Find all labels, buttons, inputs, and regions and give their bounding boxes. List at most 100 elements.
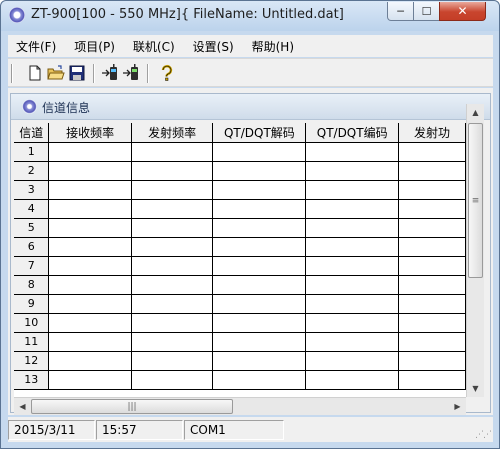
vertical-scrollbar[interactable]: ▲ ≡ ▼ xyxy=(466,104,484,397)
grid-cell[interactable] xyxy=(305,370,400,390)
grid-cell[interactable] xyxy=(131,275,214,295)
horizontal-scroll-thumb[interactable]: ||| xyxy=(31,399,233,414)
table-row[interactable]: 8 xyxy=(14,275,466,295)
grid-cell[interactable] xyxy=(305,142,400,162)
grid-cell[interactable] xyxy=(48,161,132,181)
table-row[interactable]: 1 xyxy=(14,142,466,162)
grid-cell[interactable] xyxy=(131,351,214,371)
grid-cell[interactable] xyxy=(212,351,307,371)
table-row[interactable]: 9 xyxy=(14,294,466,314)
grid-cell[interactable] xyxy=(305,180,400,200)
channel-grid[interactable]: 信道 接收频率 发射频率 QT/DQT解码 QT/DQT编码 发射功 12345… xyxy=(14,123,466,397)
grid-cell[interactable] xyxy=(398,199,466,219)
grid-cell[interactable] xyxy=(131,142,214,162)
table-row[interactable]: 11 xyxy=(14,332,466,352)
grid-cell[interactable] xyxy=(398,180,466,200)
grid-cell[interactable] xyxy=(305,313,400,333)
grid-cell[interactable] xyxy=(48,275,132,295)
grid-cell[interactable] xyxy=(48,370,132,390)
grid-cell[interactable] xyxy=(212,199,307,219)
row-number[interactable]: 7 xyxy=(14,256,50,276)
write-to-radio-icon[interactable] xyxy=(122,64,140,82)
row-number[interactable]: 3 xyxy=(14,180,50,200)
maximize-button[interactable]: ☐ xyxy=(413,2,440,21)
grid-cell[interactable] xyxy=(131,161,214,181)
grid-cell[interactable] xyxy=(131,180,214,200)
scroll-right-button[interactable]: ▶ xyxy=(449,398,466,415)
grid-cell[interactable] xyxy=(305,351,400,371)
grid-cell[interactable] xyxy=(212,161,307,181)
save-disk-icon[interactable] xyxy=(68,64,86,82)
scroll-up-button[interactable]: ▲ xyxy=(467,104,484,121)
grid-cell[interactable] xyxy=(48,351,132,371)
grid-cell[interactable] xyxy=(398,313,466,333)
menu-file[interactable]: 文件(F) xyxy=(8,38,65,55)
grid-cell[interactable] xyxy=(48,199,132,219)
grid-cell[interactable] xyxy=(212,218,307,238)
grid-cell[interactable] xyxy=(305,199,400,219)
grid-cell[interactable] xyxy=(131,218,214,238)
minimize-button[interactable]: ─ xyxy=(387,2,414,21)
app-logo-icon[interactable] xyxy=(9,7,25,23)
table-row[interactable]: 12 xyxy=(14,351,466,371)
grid-cell[interactable] xyxy=(305,218,400,238)
grid-cell[interactable] xyxy=(212,370,307,390)
row-number[interactable]: 4 xyxy=(14,199,50,219)
table-row[interactable]: 2 xyxy=(14,161,466,181)
help-question-icon[interactable] xyxy=(158,64,176,82)
grid-cell[interactable] xyxy=(212,142,307,162)
grid-cell[interactable] xyxy=(212,332,307,352)
grid-cell[interactable] xyxy=(305,256,400,276)
grid-cell[interactable] xyxy=(48,294,132,314)
column-header-qt-dqt-decode[interactable]: QT/DQT解码 xyxy=(212,123,307,143)
grid-cell[interactable] xyxy=(212,256,307,276)
grid-cell[interactable] xyxy=(212,237,307,257)
grid-cell[interactable] xyxy=(48,256,132,276)
menu-connect[interactable]: 联机(C) xyxy=(124,38,184,55)
grid-cell[interactable] xyxy=(398,332,466,352)
table-row[interactable]: 6 xyxy=(14,237,466,257)
grid-cell[interactable] xyxy=(212,313,307,333)
row-number[interactable]: 6 xyxy=(14,237,50,257)
column-header-tx-power[interactable]: 发射功 xyxy=(398,123,466,143)
table-row[interactable]: 5 xyxy=(14,218,466,238)
horizontal-scrollbar[interactable]: ◀ ||| ▶ xyxy=(14,397,466,415)
grid-cell[interactable] xyxy=(398,142,466,162)
grid-cell[interactable] xyxy=(48,180,132,200)
row-number[interactable]: 13 xyxy=(14,370,50,390)
close-button[interactable]: ✕ xyxy=(439,2,486,21)
grid-cell[interactable] xyxy=(131,313,214,333)
grid-cell[interactable] xyxy=(305,237,400,257)
column-header-channel[interactable]: 信道 xyxy=(14,123,50,143)
new-file-icon[interactable] xyxy=(26,64,44,82)
table-row[interactable]: 10 xyxy=(14,313,466,333)
grid-cell[interactable] xyxy=(398,256,466,276)
grid-cell[interactable] xyxy=(131,370,214,390)
grid-cell[interactable] xyxy=(48,313,132,333)
read-from-radio-icon[interactable] xyxy=(101,64,119,82)
grid-cell[interactable] xyxy=(398,370,466,390)
grid-cell[interactable] xyxy=(131,199,214,219)
row-number[interactable]: 8 xyxy=(14,275,50,295)
grid-cell[interactable] xyxy=(305,294,400,314)
row-number[interactable]: 12 xyxy=(14,351,50,371)
table-row[interactable]: 13 xyxy=(14,370,466,390)
grid-cell[interactable] xyxy=(131,237,214,257)
row-number[interactable]: 9 xyxy=(14,294,50,314)
grid-cell[interactable] xyxy=(398,161,466,181)
row-number[interactable]: 11 xyxy=(14,332,50,352)
grid-cell[interactable] xyxy=(398,218,466,238)
grid-cell[interactable] xyxy=(48,332,132,352)
title-bar[interactable]: ZT-900[100 - 550 MHz]{ FileName: Untitle… xyxy=(1,1,499,31)
row-number[interactable]: 2 xyxy=(14,161,50,181)
grid-cell[interactable] xyxy=(48,142,132,162)
grid-cell[interactable] xyxy=(131,256,214,276)
grid-cell[interactable] xyxy=(131,332,214,352)
row-number[interactable]: 10 xyxy=(14,313,50,333)
open-folder-icon[interactable] xyxy=(47,64,65,82)
grid-cell[interactable] xyxy=(212,275,307,295)
grid-cell[interactable] xyxy=(48,218,132,238)
menu-help[interactable]: 帮助(H) xyxy=(243,38,303,55)
grid-cell[interactable] xyxy=(212,180,307,200)
row-number[interactable]: 5 xyxy=(14,218,50,238)
